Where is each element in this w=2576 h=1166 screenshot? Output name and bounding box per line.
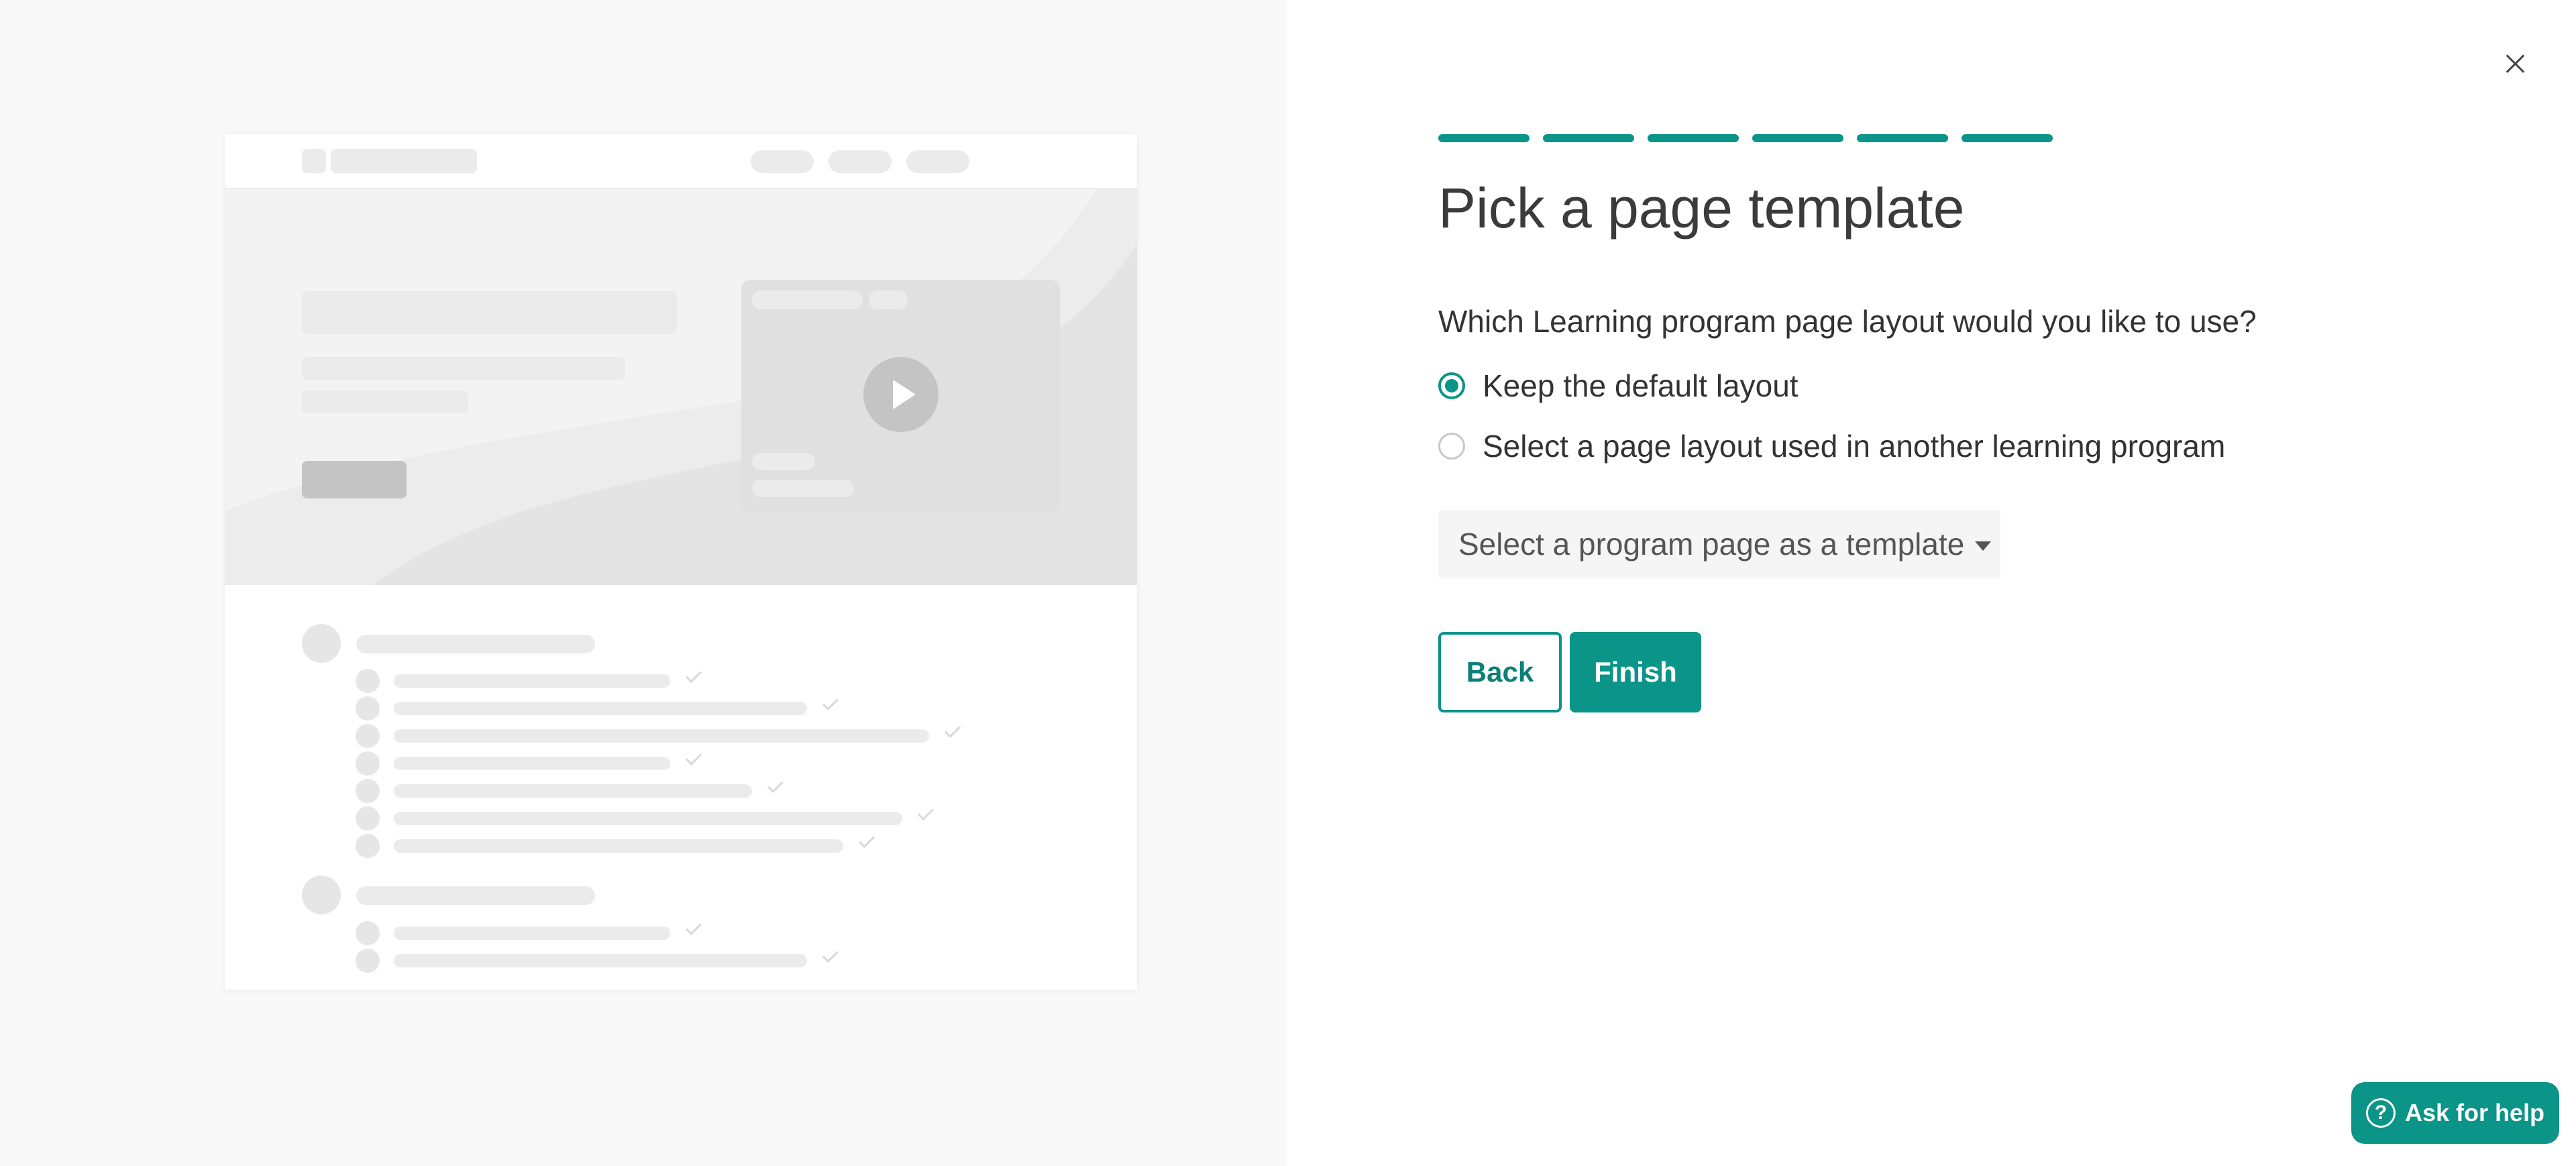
dropdown-placeholder: Select a program page as a template [1458, 527, 1965, 562]
template-preview-card [225, 134, 1137, 990]
finish-button[interactable]: Finish [1570, 632, 1701, 712]
template-preview-pane [0, 0, 1287, 1166]
progress-step [1648, 134, 1739, 142]
layout-question: Which Learning program page layout would… [1438, 304, 2257, 339]
progress-step [1857, 134, 1948, 142]
ask-for-help-label: Ask for help [2405, 1099, 2545, 1126]
progress-step [1962, 134, 2053, 142]
preview-site-title-placeholder [331, 149, 477, 173]
progress-step [1543, 134, 1634, 142]
preview-list-bullet [356, 806, 380, 831]
progress-step [1752, 134, 1843, 142]
template-page-dropdown[interactable]: Select a program page as a template [1438, 510, 2000, 578]
close-icon[interactable] [2496, 44, 2536, 84]
radio-label: Keep the default layout [1483, 368, 1799, 403]
preview-list-bullet [356, 696, 380, 721]
radio-option-default-layout[interactable]: Keep the default layout [1438, 368, 1799, 404]
preview-video-tag-placeholder [869, 290, 908, 309]
radio-option-other-program-layout[interactable]: Select a page layout used in another lea… [1438, 428, 2225, 464]
preview-hero [225, 189, 1137, 585]
preview-list-bullet [356, 751, 380, 776]
preview-list-item-placeholder [394, 926, 670, 940]
radio-button-unchecked[interactable] [1438, 433, 1465, 460]
preview-list-bullet [356, 669, 380, 693]
preview-list-item-placeholder [394, 729, 929, 743]
wizard-form-pane [1287, 0, 2576, 1166]
caret-down-icon [1975, 541, 1992, 551]
preview-hero-text-placeholder [302, 357, 625, 380]
preview-video-meta-placeholder [752, 453, 815, 470]
preview-video-title-placeholder [752, 290, 863, 309]
preview-list-bullet [356, 779, 380, 803]
check-icon [822, 694, 839, 711]
preview-list-item-placeholder [394, 702, 807, 715]
preview-hero-text-placeholder [302, 390, 468, 413]
radio-button-checked[interactable] [1438, 372, 1465, 399]
preview-list-bullet [356, 724, 380, 748]
play-icon [863, 357, 938, 432]
preview-list-bullet [356, 949, 380, 973]
question-circle-icon: ? [2366, 1098, 2396, 1128]
radio-label: Select a page layout used in another lea… [1483, 429, 2226, 464]
check-icon [858, 831, 875, 849]
preview-section-avatar [302, 624, 341, 663]
ask-for-help-button[interactable]: ? Ask for help [2351, 1082, 2559, 1144]
preview-hero-title-placeholder [302, 291, 678, 334]
preview-nav-item-placeholder [751, 150, 814, 173]
wizard-progress-steps [1438, 134, 2053, 142]
check-icon [917, 804, 934, 821]
preview-nav-item-placeholder [906, 150, 969, 173]
preview-list-item-placeholder [394, 674, 670, 688]
preview-logo-placeholder [302, 149, 326, 173]
preview-list-item-placeholder [394, 757, 670, 770]
preview-section-title-placeholder [356, 635, 595, 653]
check-icon [685, 749, 702, 766]
preview-list-bullet [356, 834, 380, 858]
check-icon [944, 721, 961, 739]
preview-list-item-placeholder [394, 839, 843, 853]
page-title: Pick a page template [1438, 176, 1965, 240]
preview-video-placeholder [741, 280, 1060, 513]
preview-section-title-placeholder [356, 886, 595, 905]
check-icon [685, 918, 702, 936]
preview-list-item-placeholder [394, 784, 752, 798]
preview-video-meta-placeholder [752, 480, 854, 497]
preview-list-bullet [356, 921, 380, 945]
preview-section-avatar [302, 876, 341, 914]
preview-header [225, 134, 1137, 189]
check-icon [685, 666, 702, 684]
preview-nav-item-placeholder [828, 150, 892, 173]
progress-step [1438, 134, 1529, 142]
back-button[interactable]: Back [1438, 632, 1562, 712]
check-icon [822, 946, 839, 963]
preview-list-item-placeholder [394, 812, 902, 825]
preview-hero-button-placeholder [302, 461, 407, 498]
check-icon [767, 776, 784, 794]
preview-list-item-placeholder [394, 954, 807, 967]
